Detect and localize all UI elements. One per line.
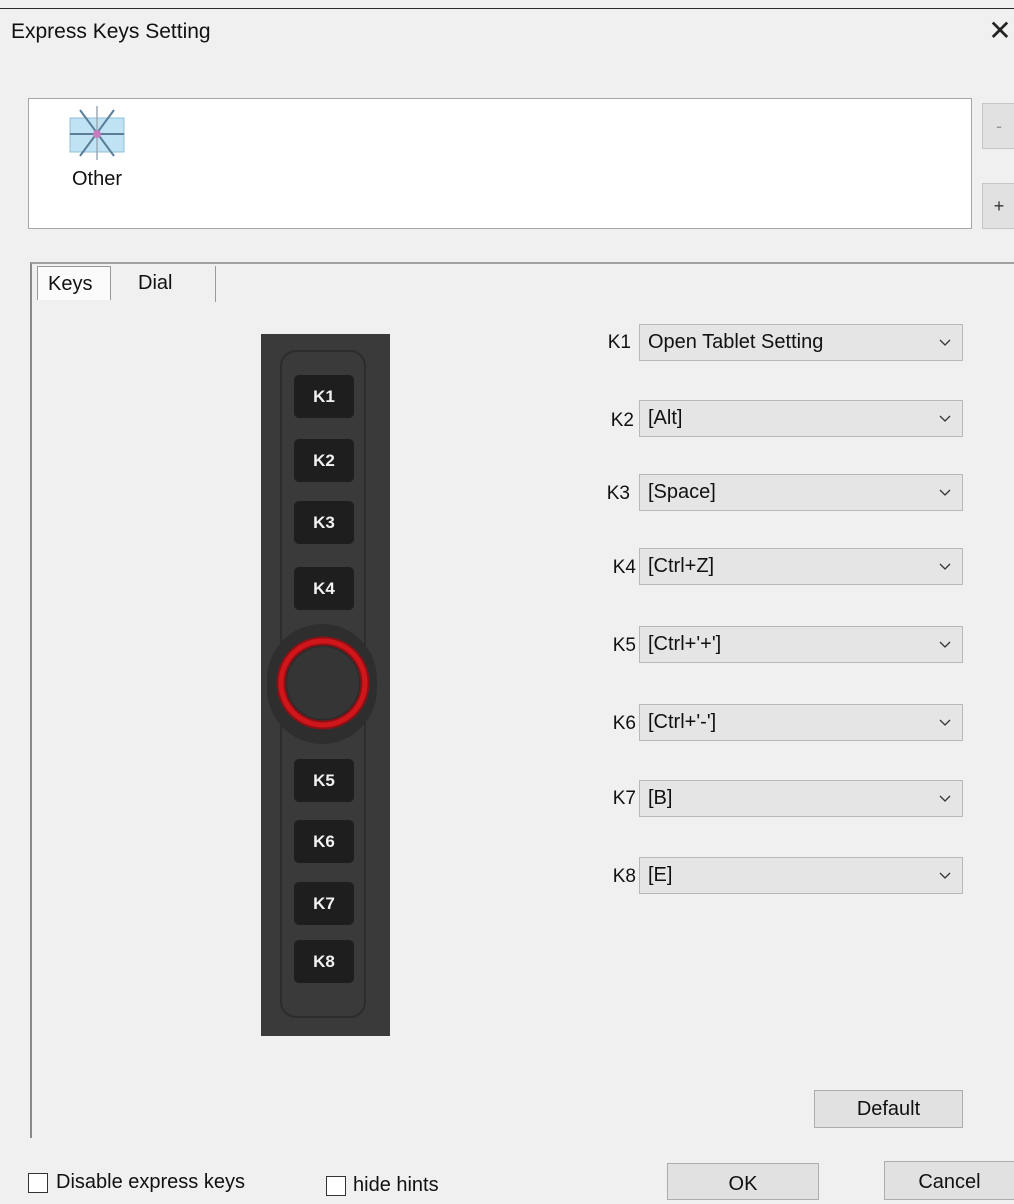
add-app-button[interactable]: +: [982, 183, 1014, 229]
key-label-k3: K3: [606, 483, 630, 504]
device-key-k5[interactable]: K5: [294, 759, 354, 802]
key-action-value: Open Tablet Setting: [648, 331, 824, 353]
device-key-k3[interactable]: K3: [294, 501, 354, 544]
key-action-value: [Ctrl+'-']: [648, 711, 717, 733]
remove-app-button[interactable]: -: [982, 103, 1014, 149]
title-bar-border: [0, 8, 1014, 9]
chevron-down-icon: [939, 415, 951, 422]
dial-ring-icon[interactable]: [274, 634, 372, 732]
tab-dial[interactable]: Dial: [120, 266, 216, 302]
disable-express-keys-checkbox[interactable]: Disable express keys: [28, 1171, 258, 1197]
key-action-value: [E]: [648, 864, 673, 886]
key-action-value: [Alt]: [648, 407, 683, 429]
key-action-select-k2[interactable]: [Alt]: [639, 400, 963, 437]
cancel-button[interactable]: Cancel: [884, 1161, 1014, 1200]
ok-button[interactable]: OK: [667, 1163, 819, 1200]
device-key-k6[interactable]: K6: [294, 820, 354, 863]
checkbox-box[interactable]: [28, 1173, 48, 1193]
tab-panel: [30, 262, 1014, 1138]
key-action-select-k8[interactable]: [E]: [639, 857, 963, 894]
checkbox-label: hide hints: [353, 1174, 439, 1196]
application-list[interactable]: [28, 98, 972, 229]
key-label-k4: K4: [612, 557, 636, 578]
tab-keys[interactable]: Keys: [37, 266, 111, 300]
key-label-k5: K5: [612, 635, 636, 656]
key-action-select-k7[interactable]: [B]: [639, 780, 963, 817]
chevron-down-icon: [939, 641, 951, 648]
device-key-k4[interactable]: K4: [294, 567, 354, 610]
hide-hints-checkbox[interactable]: hide hints: [326, 1174, 456, 1200]
application-icon: [66, 104, 128, 162]
key-label-k1: K1: [607, 332, 631, 353]
chevron-down-icon: [939, 563, 951, 570]
key-action-value: [Ctrl+'+']: [648, 633, 722, 655]
default-button[interactable]: Default: [814, 1090, 963, 1128]
chevron-down-icon: [939, 872, 951, 879]
checkbox-label: Disable express keys: [56, 1171, 245, 1193]
key-action-select-k1[interactable]: Open Tablet Setting: [639, 324, 963, 361]
key-label-k6: K6: [612, 713, 636, 734]
device-key-k7[interactable]: K7: [294, 882, 354, 925]
key-label-k2: K2: [610, 410, 634, 431]
close-icon[interactable]: ✕: [986, 16, 1014, 46]
key-action-value: [Ctrl+Z]: [648, 555, 715, 577]
device-key-k1[interactable]: K1: [294, 375, 354, 418]
device-key-k2[interactable]: K2: [294, 439, 354, 482]
key-label-k8: K8: [612, 866, 636, 887]
key-action-select-k3[interactable]: [Space]: [639, 474, 963, 511]
key-action-select-k4[interactable]: [Ctrl+Z]: [639, 548, 963, 585]
chevron-down-icon: [939, 489, 951, 496]
device-key-k8[interactable]: K8: [294, 940, 354, 983]
key-action-value: [B]: [648, 787, 673, 809]
key-action-select-k6[interactable]: [Ctrl+'-']: [639, 704, 963, 741]
window-title: Express Keys Setting: [11, 20, 211, 43]
app-item-label: Other: [71, 168, 123, 190]
checkbox-box[interactable]: [326, 1176, 346, 1196]
key-action-select-k5[interactable]: [Ctrl+'+']: [639, 626, 963, 663]
app-item-other[interactable]: Other: [38, 100, 156, 200]
key-action-value: [Space]: [648, 481, 716, 503]
chevron-down-icon: [939, 339, 951, 346]
chevron-down-icon: [939, 795, 951, 802]
key-label-k7: K7: [612, 788, 636, 809]
chevron-down-icon: [939, 719, 951, 726]
